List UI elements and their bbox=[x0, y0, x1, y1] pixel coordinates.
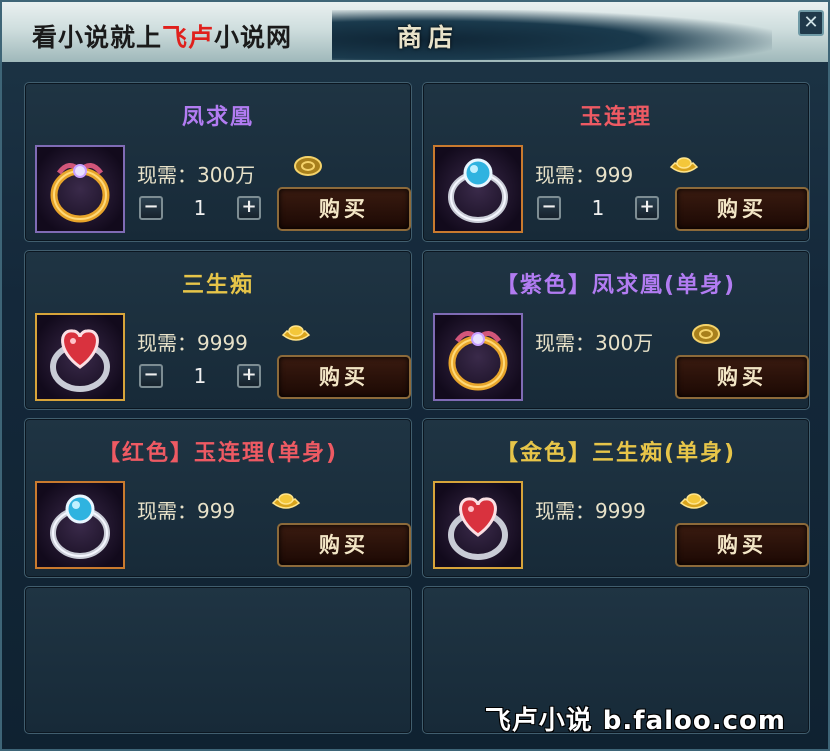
item-price: 现需：9999 bbox=[137, 327, 248, 356]
quantity-stepper: − 1 + bbox=[139, 196, 269, 226]
quantity-value[interactable]: 1 bbox=[167, 196, 233, 220]
shop-item-card: 【金色】三生痴(单身) 现需：9999 购买 bbox=[422, 418, 810, 578]
gold-ingot-icon bbox=[679, 493, 709, 509]
shop-title: 商店 bbox=[397, 23, 460, 52]
heart-ring-icon bbox=[50, 329, 110, 392]
gold-ingot-icon bbox=[669, 157, 699, 173]
gold-ingot-icon bbox=[281, 325, 311, 341]
price-value: 300万 bbox=[595, 331, 654, 355]
buy-button[interactable]: 购买 bbox=[675, 355, 809, 399]
price-label: 现需： bbox=[535, 163, 595, 187]
item-icon-frame[interactable] bbox=[433, 145, 523, 233]
item-icon-frame[interactable] bbox=[35, 145, 125, 233]
item-price: 现需：999 bbox=[535, 159, 633, 188]
price-label: 现需： bbox=[535, 499, 595, 523]
price-value: 999 bbox=[595, 163, 634, 187]
price-label: 现需： bbox=[535, 331, 595, 355]
shop-item-card: 【紫色】凤求凰(单身) 现需：300万 购买 bbox=[422, 250, 810, 410]
price-value: 999 bbox=[197, 499, 236, 523]
site-banner-text: 看小说就上飞卢小说网 bbox=[32, 18, 292, 54]
shop-item-card: 玉连理 现需：999 − 1 + 购买 bbox=[422, 82, 810, 242]
item-icon-frame[interactable] bbox=[35, 481, 125, 569]
site-text-highlight: 飞卢 bbox=[162, 23, 215, 52]
shop-item-card: 凤求凰 现需：300万 − 1 + 购买 bbox=[24, 82, 412, 242]
buy-button[interactable]: 购买 bbox=[277, 187, 411, 231]
item-icon-frame[interactable] bbox=[433, 481, 523, 569]
item-name: 【紫色】凤求凰(单身) bbox=[495, 273, 737, 298]
close-button[interactable]: ✕ bbox=[798, 10, 824, 36]
shop-window: 看小说就上飞卢小说网 商店 ✕ 凤求凰 现需：300万 − 1 + 购买 玉连理… bbox=[0, 0, 830, 751]
shop-item-card: 【红色】玉连理(单身) 现需：999 购买 bbox=[24, 418, 412, 578]
coin-icon bbox=[294, 156, 322, 176]
buy-button[interactable]: 购买 bbox=[675, 187, 809, 231]
price-value: 300万 bbox=[197, 163, 256, 187]
decrease-button[interactable]: − bbox=[139, 364, 163, 388]
item-name: 三生痴 bbox=[181, 273, 254, 298]
item-price: 现需：300万 bbox=[535, 327, 653, 356]
gold-ring-icon bbox=[448, 331, 508, 391]
gold-ring-icon bbox=[50, 163, 110, 223]
increase-button[interactable]: + bbox=[237, 364, 261, 388]
price-value: 9999 bbox=[197, 331, 248, 355]
decrease-button[interactable]: − bbox=[537, 196, 561, 220]
item-name: 【红色】玉连理(单身) bbox=[97, 441, 339, 466]
blue-ring-icon bbox=[50, 494, 110, 559]
increase-button[interactable]: + bbox=[237, 196, 261, 220]
title-bar: 看小说就上飞卢小说网 商店 ✕ bbox=[2, 2, 828, 62]
item-price: 现需：9999 bbox=[535, 495, 646, 524]
price-label: 现需： bbox=[137, 163, 197, 187]
gold-ingot-icon bbox=[271, 493, 301, 509]
item-price: 现需：999 bbox=[137, 495, 235, 524]
site-text-prefix: 看小说就上 bbox=[32, 23, 163, 52]
item-name: 【金色】三生痴(单身) bbox=[495, 441, 737, 466]
empty-item-slot bbox=[24, 586, 412, 734]
quantity-stepper: − 1 + bbox=[537, 196, 667, 226]
item-name: 玉连理 bbox=[579, 105, 652, 130]
site-text-suffix: 小说网 bbox=[214, 23, 293, 52]
buy-button[interactable]: 购买 bbox=[675, 523, 809, 567]
buy-button[interactable]: 购买 bbox=[277, 355, 411, 399]
item-icon-frame[interactable] bbox=[433, 313, 523, 401]
item-icon-frame[interactable] bbox=[35, 313, 125, 401]
price-value: 9999 bbox=[595, 499, 646, 523]
item-price: 现需：300万 bbox=[137, 159, 255, 188]
item-name: 凤求凰 bbox=[181, 105, 254, 130]
buy-button[interactable]: 购买 bbox=[277, 523, 411, 567]
quantity-value[interactable]: 1 bbox=[565, 196, 631, 220]
quantity-stepper: − 1 + bbox=[139, 364, 269, 394]
heart-ring-icon bbox=[448, 497, 508, 560]
close-icon: ✕ bbox=[803, 12, 819, 33]
increase-button[interactable]: + bbox=[635, 196, 659, 220]
item-grid: 凤求凰 现需：300万 − 1 + 购买 玉连理 现需：999 − 1 + 购买… bbox=[24, 82, 812, 742]
blue-ring-icon bbox=[448, 158, 508, 223]
quantity-value[interactable]: 1 bbox=[167, 364, 233, 388]
coin-icon bbox=[692, 324, 720, 344]
shop-item-card: 三生痴 现需：9999 − 1 + 购买 bbox=[24, 250, 412, 410]
decrease-button[interactable]: − bbox=[139, 196, 163, 220]
price-label: 现需： bbox=[137, 499, 197, 523]
watermark: 飞卢小说 b.faloo.com bbox=[484, 706, 786, 736]
price-label: 现需： bbox=[137, 331, 197, 355]
